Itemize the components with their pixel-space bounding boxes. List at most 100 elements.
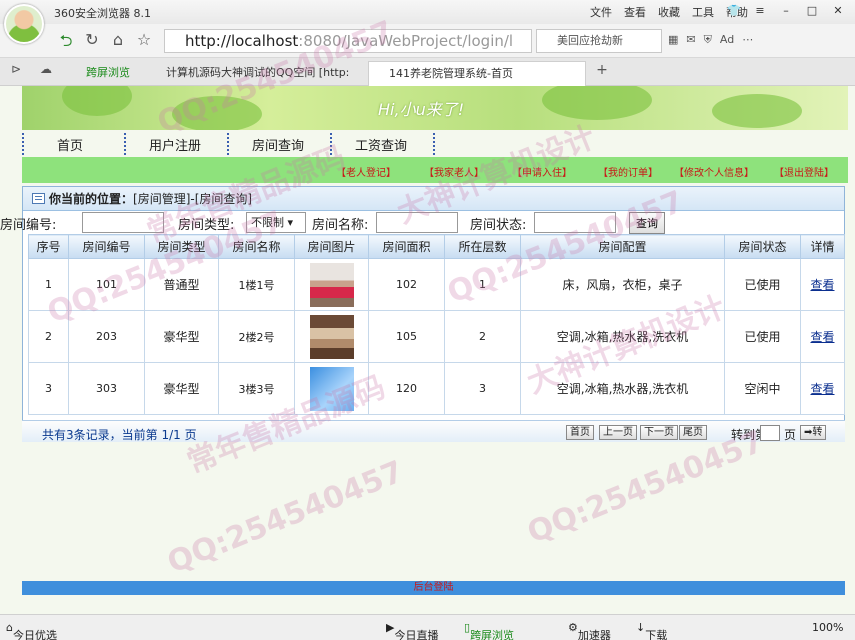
url-input[interactable]: http://localhost:8080/JavaWebProject/log… xyxy=(164,29,532,53)
watermark: QQ:254540457 xyxy=(162,454,409,581)
cell-floor: 2 xyxy=(444,310,521,363)
nav-divider xyxy=(330,133,332,155)
room-name-label: 房间名称: xyxy=(312,218,369,233)
cell-detail: 查看 xyxy=(800,310,845,363)
view-detail-link[interactable]: 查看 xyxy=(810,278,834,292)
nav-divider xyxy=(433,133,435,155)
address-bar: ⮌ ↻ ⌂ ☆ http://localhost:8080/JavaWebPro… xyxy=(0,24,855,58)
refresh-icon[interactable]: ↻ xyxy=(82,30,102,49)
new-tab-icon[interactable]: + xyxy=(592,62,612,78)
user-avatar[interactable] xyxy=(4,4,44,44)
nav-register[interactable]: 用户注册 xyxy=(149,135,201,154)
room-photo-placeholder xyxy=(309,366,354,411)
cell-floor: 1 xyxy=(444,258,521,311)
cross-screen[interactable]: ▯ 跨屏浏览 xyxy=(464,621,514,640)
cell-floor: 3 xyxy=(444,362,521,415)
col-config: 房间配置 xyxy=(520,234,725,259)
today-picks[interactable]: ⌂ 今日优选 xyxy=(6,621,57,640)
pagination-bar: 共有3条记录，当前第 1/1 页 首页 上一页 下一页 尾页 转到第 页 ➡转 xyxy=(22,420,845,442)
link-edit-profile[interactable]: 【修改个人信息】 xyxy=(674,164,754,179)
cell-seq: 2 xyxy=(28,310,69,363)
shield-icon[interactable]: ⛨ xyxy=(704,33,712,47)
cross-screen-label: 跨屏浏览 xyxy=(470,629,515,640)
menu-favorites[interactable]: 收藏 xyxy=(658,4,680,20)
maximize-icon[interactable]: □ xyxy=(799,2,825,20)
nav-home[interactable]: 首页 xyxy=(57,135,83,154)
filter-bar: 房间编号: 房间类型: 不限制 ▾ 房间名称: 房间状态: 查询 xyxy=(0,211,855,235)
minimize-icon[interactable]: – xyxy=(773,2,799,20)
room-table: 序号 房间编号 房间类型 房间名称 房间图片 房间面积 所在层数 房间配置 房间… xyxy=(28,234,845,415)
today-live[interactable]: ▶ 今日直播 xyxy=(386,621,438,640)
back-icon[interactable]: ⮌ xyxy=(56,30,76,57)
extension-icon[interactable]: ▦ xyxy=(668,33,678,47)
nav-divider xyxy=(124,133,126,155)
today-live-label: 今日直播 xyxy=(394,629,439,640)
link-logout[interactable]: 【退出登陆】 xyxy=(774,164,834,179)
view-detail-link[interactable]: 查看 xyxy=(810,382,834,396)
last-page-button[interactable]: 尾页 xyxy=(679,425,707,440)
menu-tools[interactable]: 工具 xyxy=(692,4,714,20)
today-picks-label: 今日优选 xyxy=(12,629,57,640)
link-apply-checkin[interactable]: 【申请入住】 xyxy=(512,164,572,179)
cell-room-no: 101 xyxy=(68,258,145,311)
col-seq: 序号 xyxy=(28,234,69,259)
shirt-icon[interactable]: 👕 xyxy=(721,2,747,20)
cell-room-name: 3楼3号 xyxy=(218,362,295,415)
link-my-orders[interactable]: 【我的订单】 xyxy=(598,164,658,179)
cell-room-image xyxy=(294,258,369,311)
downloads[interactable]: ↓ 下载 xyxy=(636,621,667,640)
query-button[interactable]: 查询 xyxy=(629,212,665,234)
tab-home[interactable]: 141养老院管理系统-首页 xyxy=(368,61,586,86)
accelerator[interactable]: ⚙ 加速器 xyxy=(568,621,611,640)
sub-nav: 【老人登记】 【我家老人】 【申请入住】 【我的订单】 【修改个人信息】 【退出… xyxy=(22,157,848,183)
cell-config: 空调,冰箱,热水器,洗衣机 xyxy=(520,362,725,415)
search-input[interactable]: 美回应抢劫新 xyxy=(536,29,662,53)
cell-room-type: 豪华型 xyxy=(144,362,219,415)
main-nav: 首页 用户注册 房间查询 工资查询 xyxy=(22,131,848,156)
tab-kuaping[interactable]: 跨屏浏览 xyxy=(66,61,142,86)
cell-detail: 查看 xyxy=(800,362,845,415)
leaf-decoration xyxy=(712,94,802,128)
goto-page-input[interactable] xyxy=(760,425,780,441)
nav-divider xyxy=(22,133,24,155)
home-icon[interactable]: ⌂ xyxy=(108,30,128,49)
tab-qq-space[interactable]: 计算机源码大神调试的QQ空间 [http: xyxy=(146,61,364,86)
record-info: 共有3条记录，当前第 1/1 页 xyxy=(42,428,197,442)
cloud-icon[interactable]: ☁ xyxy=(36,62,56,76)
room-type-select[interactable]: 不限制 ▾ xyxy=(246,212,306,233)
admin-login-bar: 后台登陆 xyxy=(22,581,845,595)
view-detail-link[interactable]: 查看 xyxy=(810,330,834,344)
more-icon[interactable]: ⋯ xyxy=(742,33,753,47)
zoom-level[interactable]: 100% xyxy=(812,621,843,634)
cell-room-image xyxy=(294,362,369,415)
window-icon xyxy=(32,193,45,204)
first-page-button[interactable]: 首页 xyxy=(566,425,594,440)
room-name-input[interactable] xyxy=(376,212,458,233)
nav-salary-query[interactable]: 工资查询 xyxy=(355,135,407,154)
room-status-input[interactable] xyxy=(534,212,616,233)
browser-title: 360安全浏览器 8.1 xyxy=(54,7,151,20)
breadcrumb-path: [房间管理]-[房间查询] xyxy=(133,192,253,206)
cell-room-area: 102 xyxy=(368,258,445,311)
adblock-icon[interactable]: Ad xyxy=(720,33,734,47)
goto-button[interactable]: ➡转 xyxy=(800,425,827,440)
link-my-elders[interactable]: 【我家老人】 xyxy=(424,164,484,179)
menu-file[interactable]: 文件 xyxy=(590,4,612,20)
star-icon[interactable]: ☆ xyxy=(134,30,154,49)
sidebar-toggle-icon[interactable]: ⊳ xyxy=(6,62,26,76)
menu-icon[interactable]: ≡ xyxy=(747,2,773,20)
cell-detail: 查看 xyxy=(800,258,845,311)
next-page-button[interactable]: 下一页 xyxy=(640,425,678,440)
prev-page-button[interactable]: 上一页 xyxy=(599,425,637,440)
close-icon[interactable]: ✕ xyxy=(825,2,851,20)
leaf-decoration xyxy=(62,86,132,116)
col-room-image: 房间图片 xyxy=(294,234,369,259)
nav-room-query[interactable]: 房间查询 xyxy=(252,135,304,154)
room-no-input[interactable] xyxy=(82,212,164,233)
menu-view[interactable]: 查看 xyxy=(624,4,646,20)
link-register-elder[interactable]: 【老人登记】 xyxy=(336,164,396,179)
accelerator-label: 加速器 xyxy=(577,629,611,640)
mail-icon[interactable]: ✉ xyxy=(686,33,695,47)
admin-login-link[interactable]: 后台登陆 xyxy=(414,582,454,593)
breadcrumb: 你当前的位置：[房间管理]-[房间查询] xyxy=(23,187,844,211)
